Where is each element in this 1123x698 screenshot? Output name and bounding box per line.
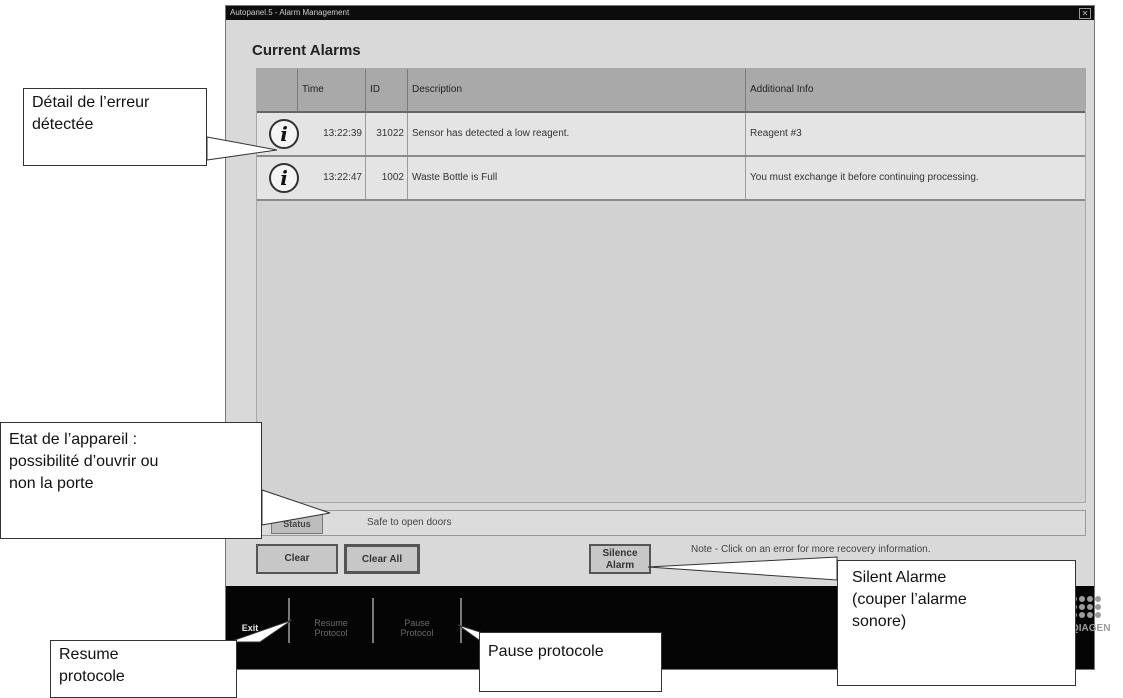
callout-resume-protocol: Resume protocole xyxy=(50,640,237,698)
callout-etat-line2: possibilité d’ouvrir ou xyxy=(9,453,159,470)
silent-callout-pointer xyxy=(647,556,838,581)
callout-pause-text: Pause protocole xyxy=(488,643,604,660)
callout-detail-line1: Détail de l’erreur xyxy=(32,94,150,111)
callout-device-status: Etat de l’appareil : possibilité d’ouvri… xyxy=(0,422,262,539)
detail-callout-pointer xyxy=(206,136,278,161)
callout-silent-line1: Silent Alarme xyxy=(852,569,947,586)
callout-error-detail: Détail de l’erreur détectée xyxy=(23,88,207,166)
callout-resume-line2: protocole xyxy=(59,668,125,685)
resume-callout-pointer xyxy=(228,619,293,643)
callout-silent-line2: (couper l’alarme xyxy=(852,591,967,608)
callout-resume-line1: Resume xyxy=(59,646,119,663)
callout-silent-line3: sonore) xyxy=(852,613,907,630)
callout-detail-line2: détectée xyxy=(32,116,94,133)
etat-callout-pointer xyxy=(261,489,331,526)
callout-silent-alarm: Silent Alarme (couper l’alarme sonore) xyxy=(837,560,1076,686)
callout-etat-line3: non la porte xyxy=(9,475,94,492)
callout-pause-protocol: Pause protocole xyxy=(479,632,662,692)
callout-etat-line1: Etat de l’appareil : xyxy=(9,431,138,448)
